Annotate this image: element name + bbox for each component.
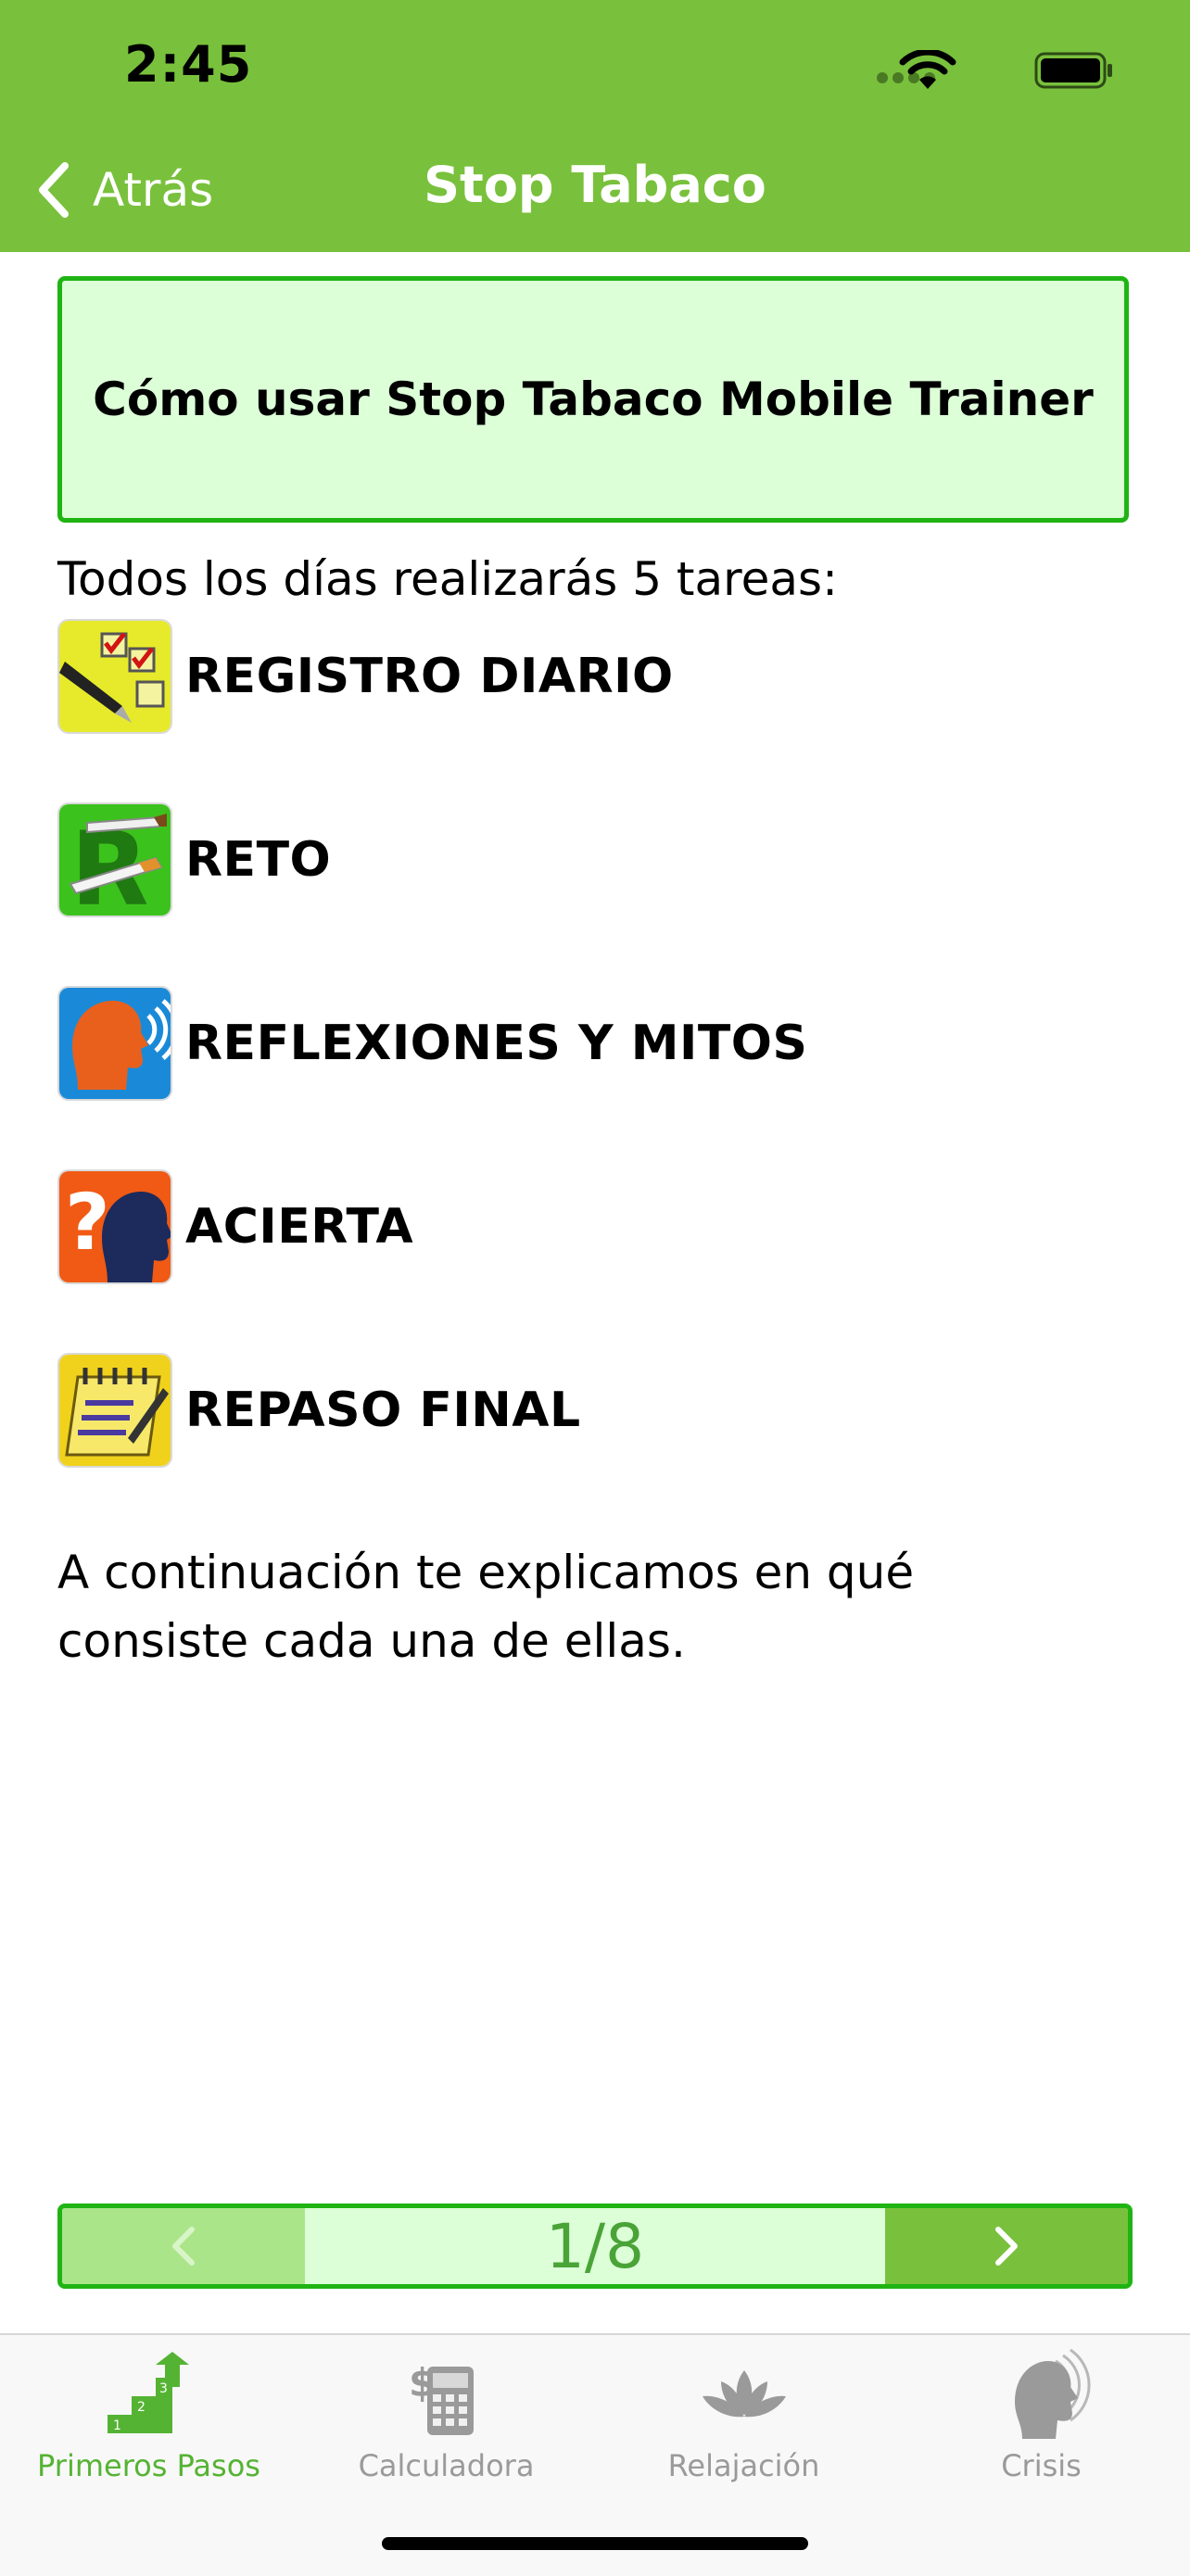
task-label: REFLEXIONES Y MITOS — [185, 1016, 808, 1071]
tab-label: Calculadora — [358, 2448, 535, 2483]
task-label: REPASO FINAL — [185, 1383, 581, 1438]
task-label: RETO — [185, 832, 332, 888]
svg-text:2: 2 — [137, 2400, 146, 2415]
calculator-dollar-icon: $ — [409, 2360, 474, 2435]
task-item-reto: R RETO — [57, 802, 331, 917]
svg-text:3: 3 — [159, 2381, 168, 2396]
page-navigator: 1/8 — [57, 2203, 1133, 2289]
task-label: ACIERTA — [185, 1199, 414, 1255]
chevron-left-icon — [172, 2227, 195, 2266]
svg-text:1: 1 — [113, 2418, 121, 2433]
battery-icon — [1034, 52, 1112, 89]
status-icons — [873, 44, 1114, 91]
task-item-registro-diario: REGISTRO DIARIO — [57, 619, 674, 734]
checklist-pen-icon — [57, 619, 172, 734]
svg-text:$: $ — [409, 2360, 436, 2406]
task-item-acierta: ? ACIERTA — [57, 1169, 413, 1284]
tab-calculadora[interactable]: $ Calculadora — [298, 2348, 595, 2506]
wifi-icon — [899, 50, 956, 89]
task-item-repaso-final: REPASO FINAL — [57, 1353, 581, 1468]
head-waves-icon — [1014, 2348, 1091, 2439]
how-to-use-banner[interactable]: Cómo usar Stop Tabaco Mobile Trainer — [57, 276, 1129, 523]
nav-header: 2:45 Atrás Stop Tabaco — [0, 0, 1190, 252]
tab-label: Crisis — [1001, 2448, 1082, 2483]
tab-label: Relajación — [667, 2448, 820, 2483]
how-to-use-title: Cómo usar Stop Tabaco Mobile Trainer — [93, 373, 1094, 426]
chevron-right-icon — [995, 2227, 1018, 2266]
page-title: Stop Tabaco — [424, 156, 766, 214]
task-label: REGISTRO DIARIO — [185, 649, 674, 704]
tab-crisis[interactable]: Crisis — [892, 2348, 1190, 2506]
speaking-head-icon — [57, 986, 172, 1101]
question-head-icon: ? — [57, 1169, 172, 1284]
lotus-icon — [702, 2370, 786, 2418]
home-indicator[interactable] — [382, 2537, 808, 2550]
previous-page-button[interactable] — [62, 2208, 305, 2284]
svg-text:?: ? — [65, 1177, 110, 1268]
stairs-arrow-icon: 1 2 3 — [107, 2352, 189, 2433]
intro-text: Todos los días realizarás 5 tareas: — [57, 552, 838, 606]
next-page-button[interactable] — [885, 2208, 1128, 2284]
tab-label: Primeros Pasos — [37, 2448, 260, 2483]
outro-text: A continuación te explicamos en qué cons… — [57, 1546, 915, 1668]
task-item-reflexiones-y-mitos: REFLEXIONES Y MITOS — [57, 986, 807, 1101]
cigarette-r-icon: R — [57, 802, 172, 917]
status-time: 2:45 — [124, 35, 253, 94]
page-indicator: 1/8 — [545, 2210, 645, 2282]
tab-relajacion[interactable]: Relajación — [595, 2348, 892, 2506]
notepad-icon — [57, 1353, 172, 1468]
tab-primeros-pasos[interactable]: 1 2 3 Primeros Pasos — [0, 2348, 298, 2506]
